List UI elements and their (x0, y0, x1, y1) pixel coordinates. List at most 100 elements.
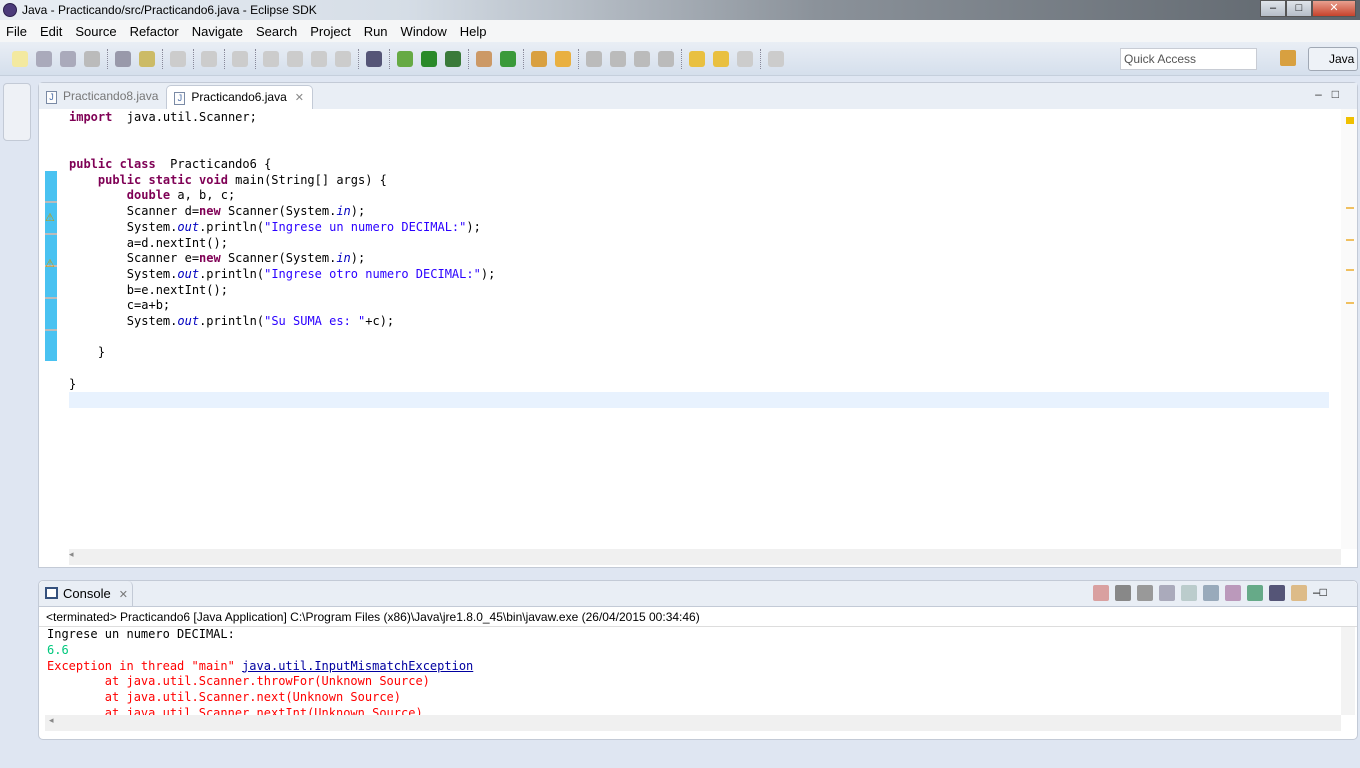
scroll-lock-icon[interactable] (1181, 585, 1197, 601)
new-java-package-icon[interactable] (476, 50, 492, 67)
code-editor[interactable]: import java.util.Scanner; public class Pr… (69, 110, 1329, 409)
toolbar-separator (224, 48, 225, 69)
console-line: Ingrese un numero DECIMAL: (47, 627, 1337, 643)
run-external-icon[interactable] (445, 50, 461, 67)
close-tab-icon[interactable]: ✕ (119, 589, 128, 601)
code-token: +c); (365, 313, 395, 328)
menu-source[interactable]: Source (75, 24, 116, 39)
maximize-button[interactable]: □ (1286, 0, 1312, 17)
overview-ruler[interactable] (1341, 109, 1357, 549)
java-perspective-button[interactable]: Java (1308, 47, 1358, 71)
code-line: Scanner d=new Scanner(System.in); (69, 204, 1327, 220)
show-stdout-icon[interactable] (1203, 585, 1219, 601)
toggle-ws-icon[interactable] (634, 50, 650, 67)
open-type-icon[interactable] (531, 50, 547, 67)
menu-edit[interactable]: Edit (40, 24, 62, 39)
code-token: public static void (97, 172, 228, 187)
code-line: public class Practicando6 { (69, 157, 1327, 173)
step-return-icon[interactable] (232, 50, 248, 67)
terminate-icon[interactable] (311, 50, 327, 67)
console-min-max-buttons[interactable]: –□ (1313, 585, 1349, 601)
pin-editor-icon[interactable] (768, 50, 784, 67)
editor-min-max-buttons[interactable]: –□ (1315, 87, 1349, 101)
quick-access-input[interactable]: Quick Access (1120, 48, 1257, 70)
minimized-views-strip[interactable] (3, 83, 31, 141)
back-icon[interactable] (713, 50, 729, 67)
menu-window[interactable]: Window (401, 24, 447, 39)
minimize-button[interactable]: – (1260, 0, 1286, 17)
print-icon[interactable] (84, 50, 100, 67)
terminate-icon[interactable] (1093, 585, 1109, 601)
code-line: } (69, 345, 1327, 361)
code-token: Scanner e= (69, 251, 200, 266)
toolbar-separator (358, 48, 359, 69)
prev-annotation-icon[interactable] (610, 50, 626, 67)
disconnect-icon[interactable] (335, 50, 351, 67)
last-edit-icon[interactable] (689, 50, 705, 67)
code-token: ); (350, 204, 366, 219)
close-tab-icon[interactable]: ✕ (295, 92, 304, 104)
code-token: in (336, 204, 351, 219)
menu-project[interactable]: Project (310, 24, 350, 39)
console-text: Exception in thread "main" (47, 658, 243, 673)
console-tab-label: Console (63, 586, 111, 601)
show-whitespace-icon[interactable] (658, 50, 674, 67)
console-text: 6.6 (47, 642, 69, 657)
clear-console-icon[interactable] (1159, 585, 1175, 601)
debug-icon[interactable] (397, 50, 413, 67)
toolbar-separator (389, 48, 390, 69)
save-all-icon[interactable] (60, 50, 76, 67)
new-class-icon[interactable] (500, 50, 516, 67)
resume-icon[interactable] (263, 50, 279, 67)
warning-icon: ⚠ (45, 258, 55, 270)
step-over-icon[interactable] (201, 50, 217, 67)
warning-overview-icon (1346, 117, 1354, 124)
console-line: at java.util.Scanner.throwFor(Unknown So… (47, 674, 1337, 690)
tab-console[interactable]: Console ✕ (39, 581, 133, 607)
console-horizontal-scrollbar[interactable]: ◂ (45, 715, 1341, 731)
code-token: b=e.nextInt(); (69, 282, 228, 297)
menu-refactor[interactable]: Refactor (130, 24, 179, 39)
menu-file[interactable]: File (6, 24, 27, 39)
code-token: double (126, 188, 171, 203)
menu-run[interactable]: Run (364, 24, 388, 39)
toolbar-separator (468, 48, 469, 69)
code-line: double a, b, c; (69, 188, 1327, 204)
run-icon[interactable] (421, 50, 437, 67)
open-perspective-icon[interactable] (1280, 50, 1296, 66)
toggle-mark-icon[interactable] (139, 50, 155, 67)
tab-practicando8-java[interactable]: J Practicando8.java (39, 85, 166, 109)
save-icon[interactable] (36, 50, 52, 67)
console-output[interactable]: Ingrese un numero DECIMAL: 6.6 Exception i… (47, 627, 1337, 715)
tab-practicando6-java[interactable]: J Practicando6.java ✕ (166, 85, 313, 109)
next-annotation-icon[interactable] (586, 50, 602, 67)
display-console-icon[interactable] (1269, 585, 1285, 601)
close-button[interactable]: ✕ (1312, 0, 1356, 17)
remove-all-icon[interactable] (1137, 585, 1153, 601)
pin-console-icon[interactable] (1247, 585, 1263, 601)
code-token: } (69, 345, 106, 360)
editor-horizontal-scrollbar[interactable]: ◂ (69, 549, 1341, 565)
skip-breakpoints-icon[interactable] (366, 50, 382, 67)
code-token: in (336, 251, 351, 266)
menu-navigate[interactable]: Navigate (192, 24, 243, 39)
toolbar-separator (681, 48, 682, 69)
suspend-icon[interactable] (287, 50, 303, 67)
menu-help[interactable]: Help (460, 24, 487, 39)
toggle-block-icon[interactable] (115, 50, 131, 67)
step-into-icon[interactable] (170, 50, 186, 67)
code-token: out (177, 219, 200, 234)
new-icon[interactable] (12, 50, 28, 67)
exception-link[interactable]: java.util.InputMismatchException (242, 659, 473, 673)
show-stderr-icon[interactable] (1225, 585, 1241, 601)
window-title: Java - Practicando/src/Practicando6.java… (22, 3, 317, 17)
eclipse-logo-icon (3, 3, 17, 17)
open-console-icon[interactable] (1291, 585, 1307, 601)
console-vertical-scrollbar[interactable] (1341, 627, 1355, 715)
code-token: "Ingrese otro numero DECIMAL:" (264, 266, 481, 281)
menu-search[interactable]: Search (256, 24, 297, 39)
forward-icon[interactable] (737, 50, 753, 67)
search-icon[interactable] (555, 50, 571, 67)
remove-launch-icon[interactable] (1115, 585, 1131, 601)
